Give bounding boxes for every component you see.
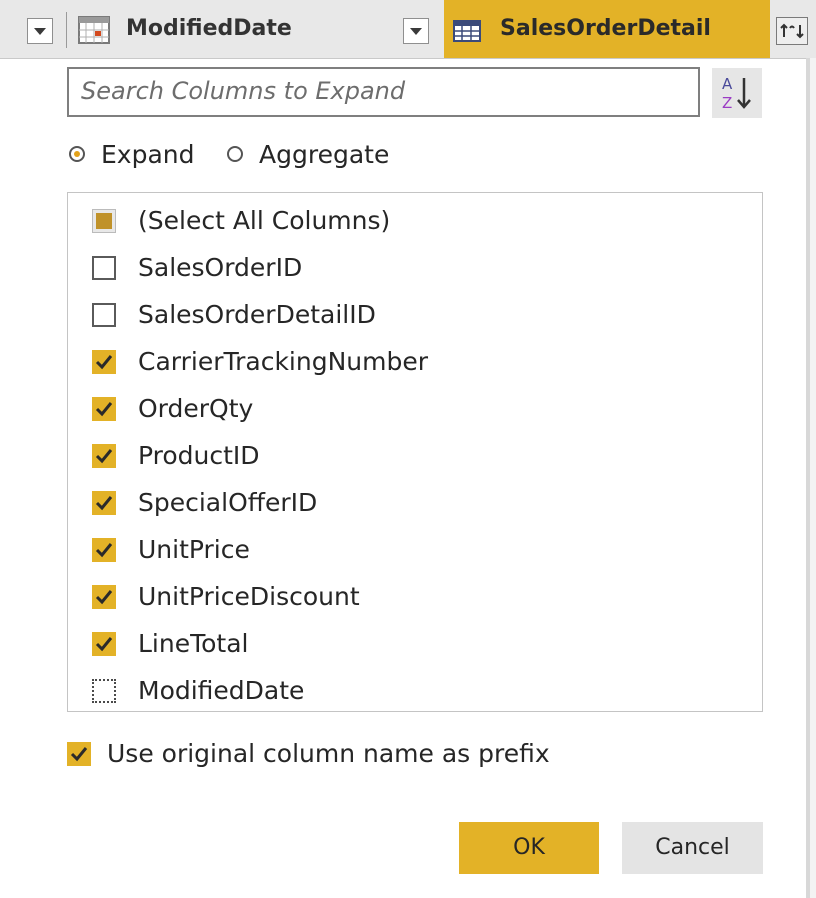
- expand-radio-label: Expand: [101, 140, 195, 169]
- active-column-header[interactable]: SalesOrderDetail: [444, 0, 770, 58]
- checked-checkbox-icon[interactable]: [67, 742, 91, 766]
- cancel-button[interactable]: Cancel: [622, 822, 763, 874]
- checked-checkbox-icon[interactable]: [92, 585, 116, 609]
- list-item[interactable]: ProductID: [92, 438, 732, 478]
- column-filter-dropdown-button[interactable]: [403, 18, 429, 44]
- column-name: SalesOrderID: [138, 253, 303, 282]
- radio-selected-icon: [69, 146, 85, 162]
- list-item[interactable]: ModifiedDate: [92, 673, 732, 713]
- column-name: CarrierTrackingNumber: [138, 347, 429, 376]
- aggregate-radio[interactable]: Aggregate: [227, 140, 407, 172]
- unchecked-checkbox-icon[interactable]: [92, 256, 116, 280]
- list-item[interactable]: UnitPriceDiscount: [92, 579, 732, 619]
- checked-checkbox-icon[interactable]: [92, 491, 116, 515]
- expand-radio[interactable]: Expand: [67, 140, 207, 172]
- list-item[interactable]: SalesOrderDetailID: [92, 297, 732, 337]
- column-header-salesorderdetail: SalesOrderDetail: [500, 16, 711, 41]
- column-filter-dropdown-button[interactable]: [27, 18, 53, 44]
- chevron-down-icon: [410, 28, 422, 35]
- column-name: ModifiedDate: [138, 676, 305, 705]
- column-name: SpecialOfferID: [138, 488, 318, 517]
- checked-checkbox-icon[interactable]: [92, 632, 116, 656]
- expand-arrows-icon: [780, 23, 804, 39]
- sort-az-icon: A Z: [722, 75, 751, 112]
- radio-unselected-icon: [227, 146, 243, 162]
- list-item[interactable]: UnitPrice: [92, 532, 732, 572]
- column-header-modifieddate[interactable]: ModifiedDate: [126, 16, 292, 41]
- search-columns-input[interactable]: Search Columns to Expand: [67, 67, 700, 117]
- ok-button[interactable]: OK: [459, 822, 599, 874]
- use-prefix-label: Use original column name as prefix: [107, 739, 550, 768]
- table-icon: [453, 20, 481, 42]
- column-name: UnitPriceDiscount: [138, 582, 360, 611]
- aggregate-radio-label: Aggregate: [259, 140, 390, 169]
- checked-checkbox-icon[interactable]: [92, 397, 116, 421]
- list-item[interactable]: SpecialOfferID: [92, 485, 732, 525]
- calendar-icon: [78, 16, 110, 44]
- column-name: SalesOrderDetailID: [138, 300, 376, 329]
- svg-text:A: A: [722, 75, 733, 93]
- checked-checkbox-icon[interactable]: [92, 538, 116, 562]
- chevron-down-icon: [34, 28, 46, 35]
- list-item[interactable]: SalesOrderID: [92, 250, 732, 290]
- focused-checkbox-icon[interactable]: [92, 679, 116, 703]
- select-all-columns-item[interactable]: (Select All Columns): [92, 203, 732, 243]
- search-placeholder: Search Columns to Expand: [81, 77, 406, 105]
- checked-checkbox-icon[interactable]: [92, 444, 116, 468]
- column-name: LineTotal: [138, 629, 249, 658]
- expand-column-button[interactable]: [776, 17, 808, 45]
- select-all-label: (Select All Columns): [138, 206, 391, 235]
- list-item[interactable]: LineTotal: [92, 626, 732, 666]
- window-edge: [810, 58, 816, 898]
- unchecked-checkbox-icon[interactable]: [92, 303, 116, 327]
- column-header-bar: ModifiedDate SalesOrderDetail: [0, 0, 816, 59]
- column-name: ProductID: [138, 441, 260, 470]
- column-name: UnitPrice: [138, 535, 250, 564]
- partial-checkbox-icon[interactable]: [92, 209, 116, 233]
- column-name: OrderQty: [138, 394, 254, 423]
- svg-text:Z: Z: [722, 94, 732, 112]
- checked-checkbox-icon[interactable]: [92, 350, 116, 374]
- column-divider: [66, 12, 67, 48]
- list-item[interactable]: CarrierTrackingNumber: [92, 344, 732, 384]
- columns-list: (Select All Columns) SalesOrderID SalesO…: [67, 192, 763, 712]
- sort-button[interactable]: A Z: [712, 68, 762, 118]
- list-item[interactable]: OrderQty: [92, 391, 732, 431]
- use-prefix-option[interactable]: Use original column name as prefix: [67, 736, 667, 772]
